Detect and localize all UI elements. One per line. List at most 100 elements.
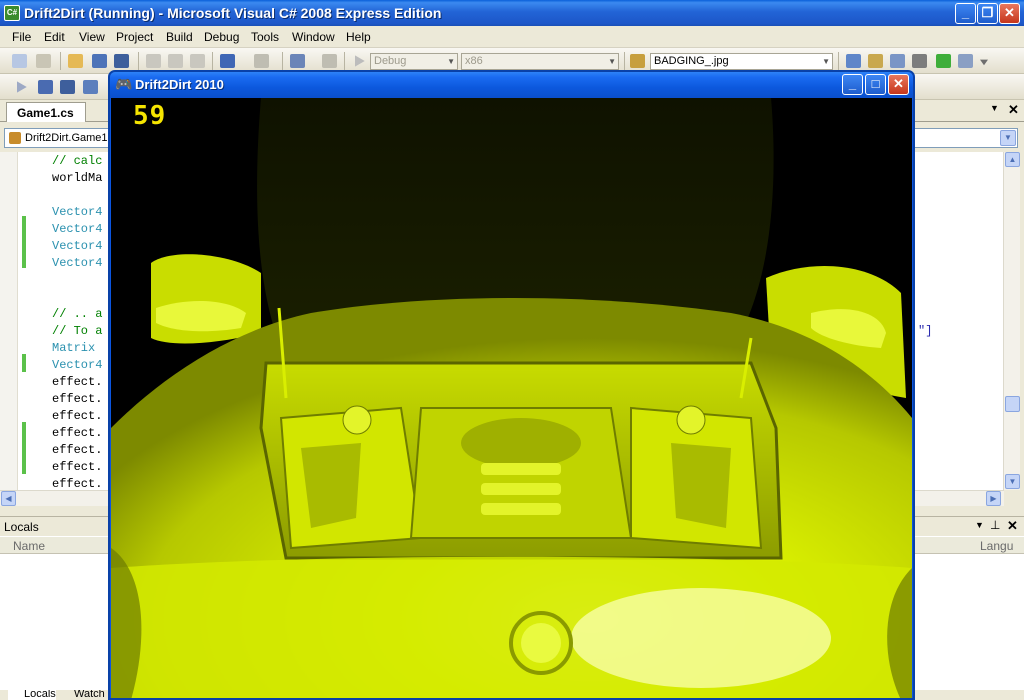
car-engine-render [111, 98, 912, 698]
chevron-down-icon: ▼ [822, 57, 830, 66]
game-maximize-button[interactable]: □ [865, 74, 886, 95]
code-line: Vector4 [52, 358, 103, 372]
toolbar-separator [624, 52, 625, 70]
toolbar-separator [282, 52, 283, 70]
member-combo[interactable]: ▼ [900, 128, 1018, 148]
open-file-icon[interactable] [68, 54, 83, 68]
menu-help[interactable]: Help [346, 30, 371, 44]
menu-view[interactable]: View [79, 30, 105, 44]
menu-build[interactable]: Build [166, 30, 193, 44]
game-controller-icon: 🎮 [115, 76, 133, 92]
ide-restore-button[interactable]: ❐ [977, 3, 998, 24]
manifold-runner [481, 483, 561, 495]
solution-configuration-combo[interactable]: Debug ▼ [370, 53, 458, 70]
tab-watch[interactable]: Watch [58, 690, 108, 700]
toolbar-separator [344, 52, 345, 70]
redo-icon[interactable] [254, 54, 269, 68]
ide-minimize-button[interactable]: _ [955, 3, 976, 24]
scroll-down-icon[interactable]: ▼ [1005, 474, 1020, 489]
tab-game1-cs[interactable]: Game1.cs [6, 102, 86, 122]
locals-pane-title: Locals [4, 520, 39, 534]
tab-watch-label: Watch [74, 690, 105, 700]
right-intake [671, 443, 731, 528]
code-line: effect. [52, 460, 103, 474]
scroll-right-icon[interactable]: ▶ [986, 491, 1001, 506]
save-icon[interactable] [92, 54, 107, 68]
cut-icon[interactable] [146, 54, 161, 68]
scroll-up-icon[interactable]: ▲ [1005, 152, 1020, 167]
code-line: effect. [52, 426, 103, 440]
find-in-files-icon[interactable] [630, 54, 645, 68]
error-list-icon[interactable] [958, 54, 973, 68]
ide-close-button[interactable]: ✕ [999, 3, 1020, 24]
scroll-left-icon[interactable]: ◀ [1, 491, 16, 506]
manifold-runner [481, 463, 561, 475]
code-fragment: "] [918, 324, 933, 338]
menu-edit[interactable]: Edit [44, 30, 65, 44]
code-line: effect. [52, 477, 103, 491]
ide-title-bar[interactable]: C# Drift2Dirt (Running) - Microsoft Visu… [0, 0, 1024, 26]
game-window[interactable]: 🎮 Drift2Dirt 2010 _ □ ✕ 59 [108, 70, 915, 700]
game-close-button[interactable]: ✕ [888, 74, 909, 95]
code-line: Vector4 [52, 205, 103, 219]
menu-window[interactable]: Window [292, 30, 335, 44]
chevron-down-icon: ▼ [1000, 130, 1016, 146]
code-line: Matrix [52, 341, 103, 355]
manifold-plenum [461, 418, 581, 468]
toolbar-separator [60, 52, 61, 70]
restart-icon[interactable] [83, 80, 98, 94]
menu-file[interactable]: File [12, 30, 31, 44]
editor-gutter [0, 152, 18, 490]
column-name[interactable]: Name [13, 539, 45, 553]
scroll-thumb[interactable] [1005, 396, 1020, 412]
pane-options-chevron-icon[interactable]: ▼ [975, 520, 984, 530]
start-debugging-icon[interactable] [355, 55, 365, 67]
paste-icon[interactable] [190, 54, 205, 68]
platform-value: x86 [465, 55, 483, 67]
copy-icon[interactable] [168, 54, 183, 68]
toolbar-options-icon[interactable] [980, 59, 988, 66]
stop-debugging-icon[interactable] [60, 80, 75, 94]
code-line: Vector4 [52, 222, 103, 236]
reservoir-cap [342, 405, 372, 435]
undo-icon[interactable] [220, 54, 235, 68]
left-intake [301, 443, 361, 528]
object-browser-icon[interactable] [890, 54, 905, 68]
properties-icon[interactable] [868, 54, 883, 68]
toolbox-icon[interactable] [912, 54, 927, 68]
editor-vertical-scrollbar[interactable]: ▲ ▼ [1003, 152, 1020, 490]
change-marker [22, 422, 26, 474]
pin-icon[interactable]: ⊥ [990, 518, 1000, 532]
add-item-icon[interactable] [36, 54, 51, 68]
tab-locals-label: Locals [24, 690, 56, 700]
game-title-bar[interactable]: 🎮 Drift2Dirt 2010 _ □ ✕ [110, 72, 913, 98]
platform-combo[interactable]: x86 ▼ [461, 53, 619, 70]
tab-list-chevron-icon[interactable]: ▼ [990, 103, 999, 113]
navigate-forward-icon[interactable] [322, 54, 337, 68]
close-document-icon[interactable]: ✕ [1008, 102, 1019, 118]
continue-icon[interactable] [17, 81, 27, 93]
navigate-icon[interactable] [290, 54, 305, 68]
toolbar-separator [138, 52, 139, 70]
menu-debug[interactable]: Debug [204, 30, 239, 44]
code-line: // calc [52, 154, 103, 168]
column-language[interactable]: Langu [980, 539, 1013, 553]
game-minimize-button[interactable]: _ [842, 74, 863, 95]
manifold-runner [481, 503, 561, 515]
class-combo-value: Drift2Dirt.Game1 [25, 132, 108, 144]
tab-locals[interactable]: Locals [8, 690, 56, 700]
save-all-icon[interactable] [114, 54, 129, 68]
close-pane-icon[interactable]: ✕ [1007, 518, 1018, 534]
class-icon [9, 132, 21, 144]
find-combo[interactable]: BADGING_.jpg ▼ [650, 53, 833, 70]
code-line: Vector4 [52, 256, 103, 270]
solution-explorer-icon[interactable] [846, 54, 861, 68]
game-window-title: Drift2Dirt 2010 [135, 77, 224, 92]
tab-game1-cs-label: Game1.cs [17, 106, 74, 120]
menu-project[interactable]: Project [116, 30, 153, 44]
start-page-icon[interactable] [936, 54, 951, 68]
game-viewport[interactable]: 59 [111, 98, 912, 698]
break-all-icon[interactable] [38, 80, 53, 94]
new-project-icon[interactable] [12, 54, 27, 68]
menu-tools[interactable]: Tools [251, 30, 279, 44]
